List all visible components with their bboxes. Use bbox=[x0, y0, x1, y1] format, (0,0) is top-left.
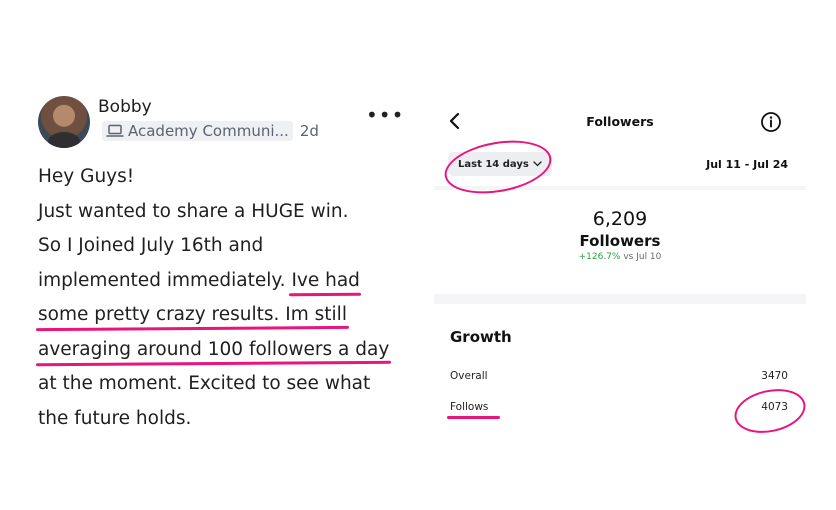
followers-stat-card: 6,209 Followers +126.7% vs Jul 10 bbox=[434, 190, 806, 294]
post-line: at the moment. Excited to see what bbox=[38, 373, 371, 394]
chevron-down-icon bbox=[533, 161, 542, 167]
avatar[interactable] bbox=[38, 96, 90, 148]
header-card: Followers Last 14 days Jul 11 - Jul 24 bbox=[434, 94, 806, 186]
growth-row-follows: Follows 4073 bbox=[446, 401, 788, 419]
author-name[interactable]: Bobby bbox=[98, 97, 152, 117]
laptop-icon bbox=[106, 124, 124, 137]
post-body: Hey Guys! Just wanted to share a HUGE wi… bbox=[38, 160, 418, 436]
followers-count: 6,209 bbox=[592, 208, 648, 230]
date-range-text: Jul 11 - Jul 24 bbox=[706, 158, 788, 171]
post-line: Hey Guys! bbox=[38, 166, 135, 187]
growth-title: Growth bbox=[450, 328, 512, 346]
post-header: Bobby Academy Communi... 2d ••• bbox=[38, 96, 418, 150]
date-range-label: Last 14 days bbox=[458, 158, 529, 170]
highlight-underline: some pretty crazy results. Im still bbox=[38, 304, 347, 325]
growth-row-overall: Overall 3470 bbox=[450, 370, 788, 382]
post-time: 2d bbox=[299, 122, 319, 140]
info-icon[interactable] bbox=[760, 111, 782, 133]
change-compare: vs Jul 10 bbox=[620, 252, 662, 262]
community-post: Bobby Academy Communi... 2d ••• Hey Guys… bbox=[38, 96, 418, 429]
post-line: implemented immediately. Ive had bbox=[38, 269, 360, 291]
followers-label: Followers bbox=[579, 232, 661, 250]
followers-change: +126.7% vs Jul 10 bbox=[434, 252, 806, 262]
screen-title: Followers bbox=[586, 114, 654, 129]
date-range-dropdown[interactable]: Last 14 days bbox=[448, 152, 552, 176]
community-chip[interactable]: Academy Communi... bbox=[102, 121, 293, 141]
post-line: some pretty crazy results. Im still bbox=[38, 298, 418, 333]
post-line: averaging around 100 followers a day bbox=[38, 333, 418, 368]
follows-value: 4073 bbox=[761, 401, 788, 413]
highlight-underline: averaging around 100 followers a day bbox=[38, 338, 390, 360]
more-options-icon[interactable]: ••• bbox=[366, 105, 404, 125]
follows-label: Follows bbox=[446, 401, 501, 419]
post-line: the future holds. bbox=[38, 407, 192, 429]
post-line: So I Joined July 16th and bbox=[38, 235, 264, 256]
overall-value: 3470 bbox=[761, 370, 788, 382]
post-meta: Academy Communi... 2d bbox=[102, 121, 319, 141]
change-percent: +126.7% bbox=[578, 252, 621, 262]
post-line: Just wanted to share a HUGE win. bbox=[38, 200, 349, 222]
highlight-underline: Ive had bbox=[291, 269, 360, 291]
followers-insights-screen: Followers Last 14 days Jul 11 - Jul 24 6… bbox=[434, 94, 806, 431]
community-name: Academy Communi... bbox=[128, 122, 289, 140]
growth-card: Growth Overall 3470 Follows 4073 bbox=[434, 304, 806, 431]
overall-label: Overall bbox=[450, 370, 488, 382]
